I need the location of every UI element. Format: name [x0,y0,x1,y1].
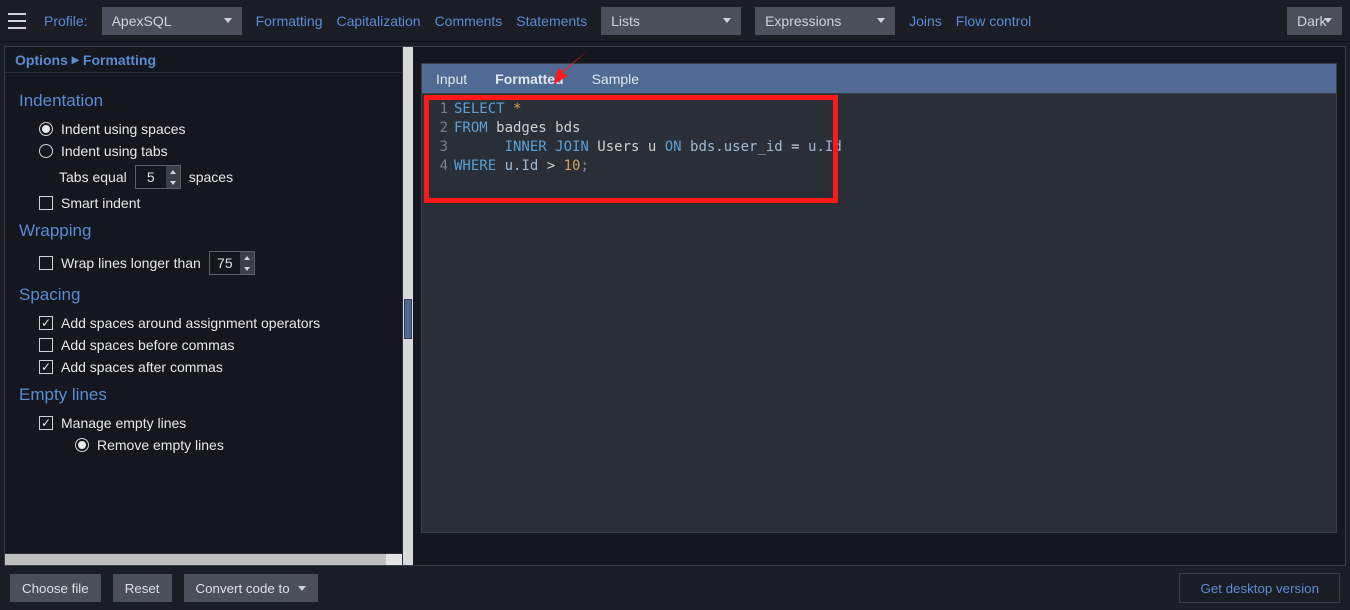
reset-button[interactable]: Reset [113,574,172,602]
radio-remove-empty[interactable] [75,438,89,452]
chevron-down-icon [723,18,731,23]
check-smart-indent[interactable] [39,196,53,210]
profile-label: Profile: [44,13,88,29]
wrap-lines-input[interactable]: 75 [209,251,255,275]
chevron-down-icon [224,18,232,23]
nav-statements[interactable]: Statements [516,13,587,29]
tab-sample[interactable]: Sample [578,64,653,93]
nav-joins[interactable]: Joins [909,13,942,29]
tab-formatted[interactable]: Formatted [481,64,577,93]
breadcrumb-current: Formatting [83,52,156,68]
label-indent-spaces: Indent using spaces [61,121,186,137]
label-manage-empty: Manage empty lines [61,415,186,431]
breadcrumb-root[interactable]: Options [15,52,68,68]
spinner-icon[interactable] [166,166,180,188]
radio-indent-spaces[interactable] [39,122,53,136]
nav-formatting[interactable]: Formatting [256,13,323,29]
theme-select[interactable]: Dark [1287,7,1342,35]
nav-flow-control[interactable]: Flow control [956,13,1031,29]
tab-input[interactable]: Input [422,64,481,93]
vertical-splitter[interactable] [403,47,413,565]
nav-comments[interactable]: Comments [435,13,503,29]
check-manage-empty[interactable] [39,416,53,430]
section-wrapping: Wrapping [19,221,388,241]
code-line: 2FROM badges bds [432,119,1326,138]
options-panel: Options ▸ Formatting Indentation Indent … [5,47,403,565]
code-line: 4WHERE u.Id > 10; [432,157,1326,176]
nav-capitalization[interactable]: Capitalization [337,13,421,29]
code-editor[interactable]: 1SELECT * 2FROM badges bds 3 INNER JOIN … [421,93,1337,533]
theme-select-value: Dark [1297,13,1327,29]
chevron-down-icon [1324,18,1332,23]
profile-select-value: ApexSQL [112,13,172,29]
label-wrap-lines: Wrap lines longer than [61,255,201,271]
label-spaces-around: Add spaces around assignment operators [61,315,320,331]
choose-file-button[interactable]: Choose file [10,574,101,602]
radio-indent-tabs[interactable] [39,144,53,158]
convert-code-button[interactable]: Convert code to [184,574,318,602]
code-line: 3 INNER JOIN Users u ON bds.user_id = u.… [432,138,1326,157]
label-spaces-after: Add spaces after commas [61,359,223,375]
tabs-equal-input[interactable]: 5 [135,165,181,189]
breadcrumb: Options ▸ Formatting [5,47,402,73]
label-tabs-equal-pre: Tabs equal [59,169,127,185]
expressions-select[interactable]: Expressions [755,7,895,35]
section-empty-lines: Empty lines [19,385,388,405]
code-line: 1SELECT * [432,100,1326,119]
breadcrumb-sep-icon: ▸ [72,51,79,68]
expressions-select-value: Expressions [765,13,841,29]
section-spacing: Spacing [19,285,388,305]
hamburger-icon[interactable] [8,13,26,29]
label-indent-tabs: Indent using tabs [61,143,168,159]
splitter-grip-icon[interactable] [404,299,412,339]
wrap-lines-value: 75 [217,255,233,271]
label-smart-indent: Smart indent [61,195,140,211]
check-spaces-after[interactable] [39,360,53,374]
lists-select-value: Lists [611,13,640,29]
label-tabs-equal-post: spaces [189,169,233,185]
check-spaces-before[interactable] [39,338,53,352]
label-spaces-before: Add spaces before commas [61,337,235,353]
profile-select[interactable]: ApexSQL [102,7,242,35]
lists-select[interactable]: Lists [601,7,741,35]
tabs-equal-value: 5 [147,169,155,185]
chevron-down-icon [298,586,306,591]
editor-tabstrip: Input Formatted Sample [421,63,1337,93]
check-spaces-around[interactable] [39,316,53,330]
check-wrap-lines[interactable] [39,256,53,270]
get-desktop-button[interactable]: Get desktop version [1179,573,1340,603]
spinner-icon[interactable] [240,252,254,274]
section-indentation: Indentation [19,91,388,111]
horizontal-scrollbar[interactable] [5,553,402,565]
label-remove-empty: Remove empty lines [97,437,224,453]
chevron-down-icon [877,18,885,23]
